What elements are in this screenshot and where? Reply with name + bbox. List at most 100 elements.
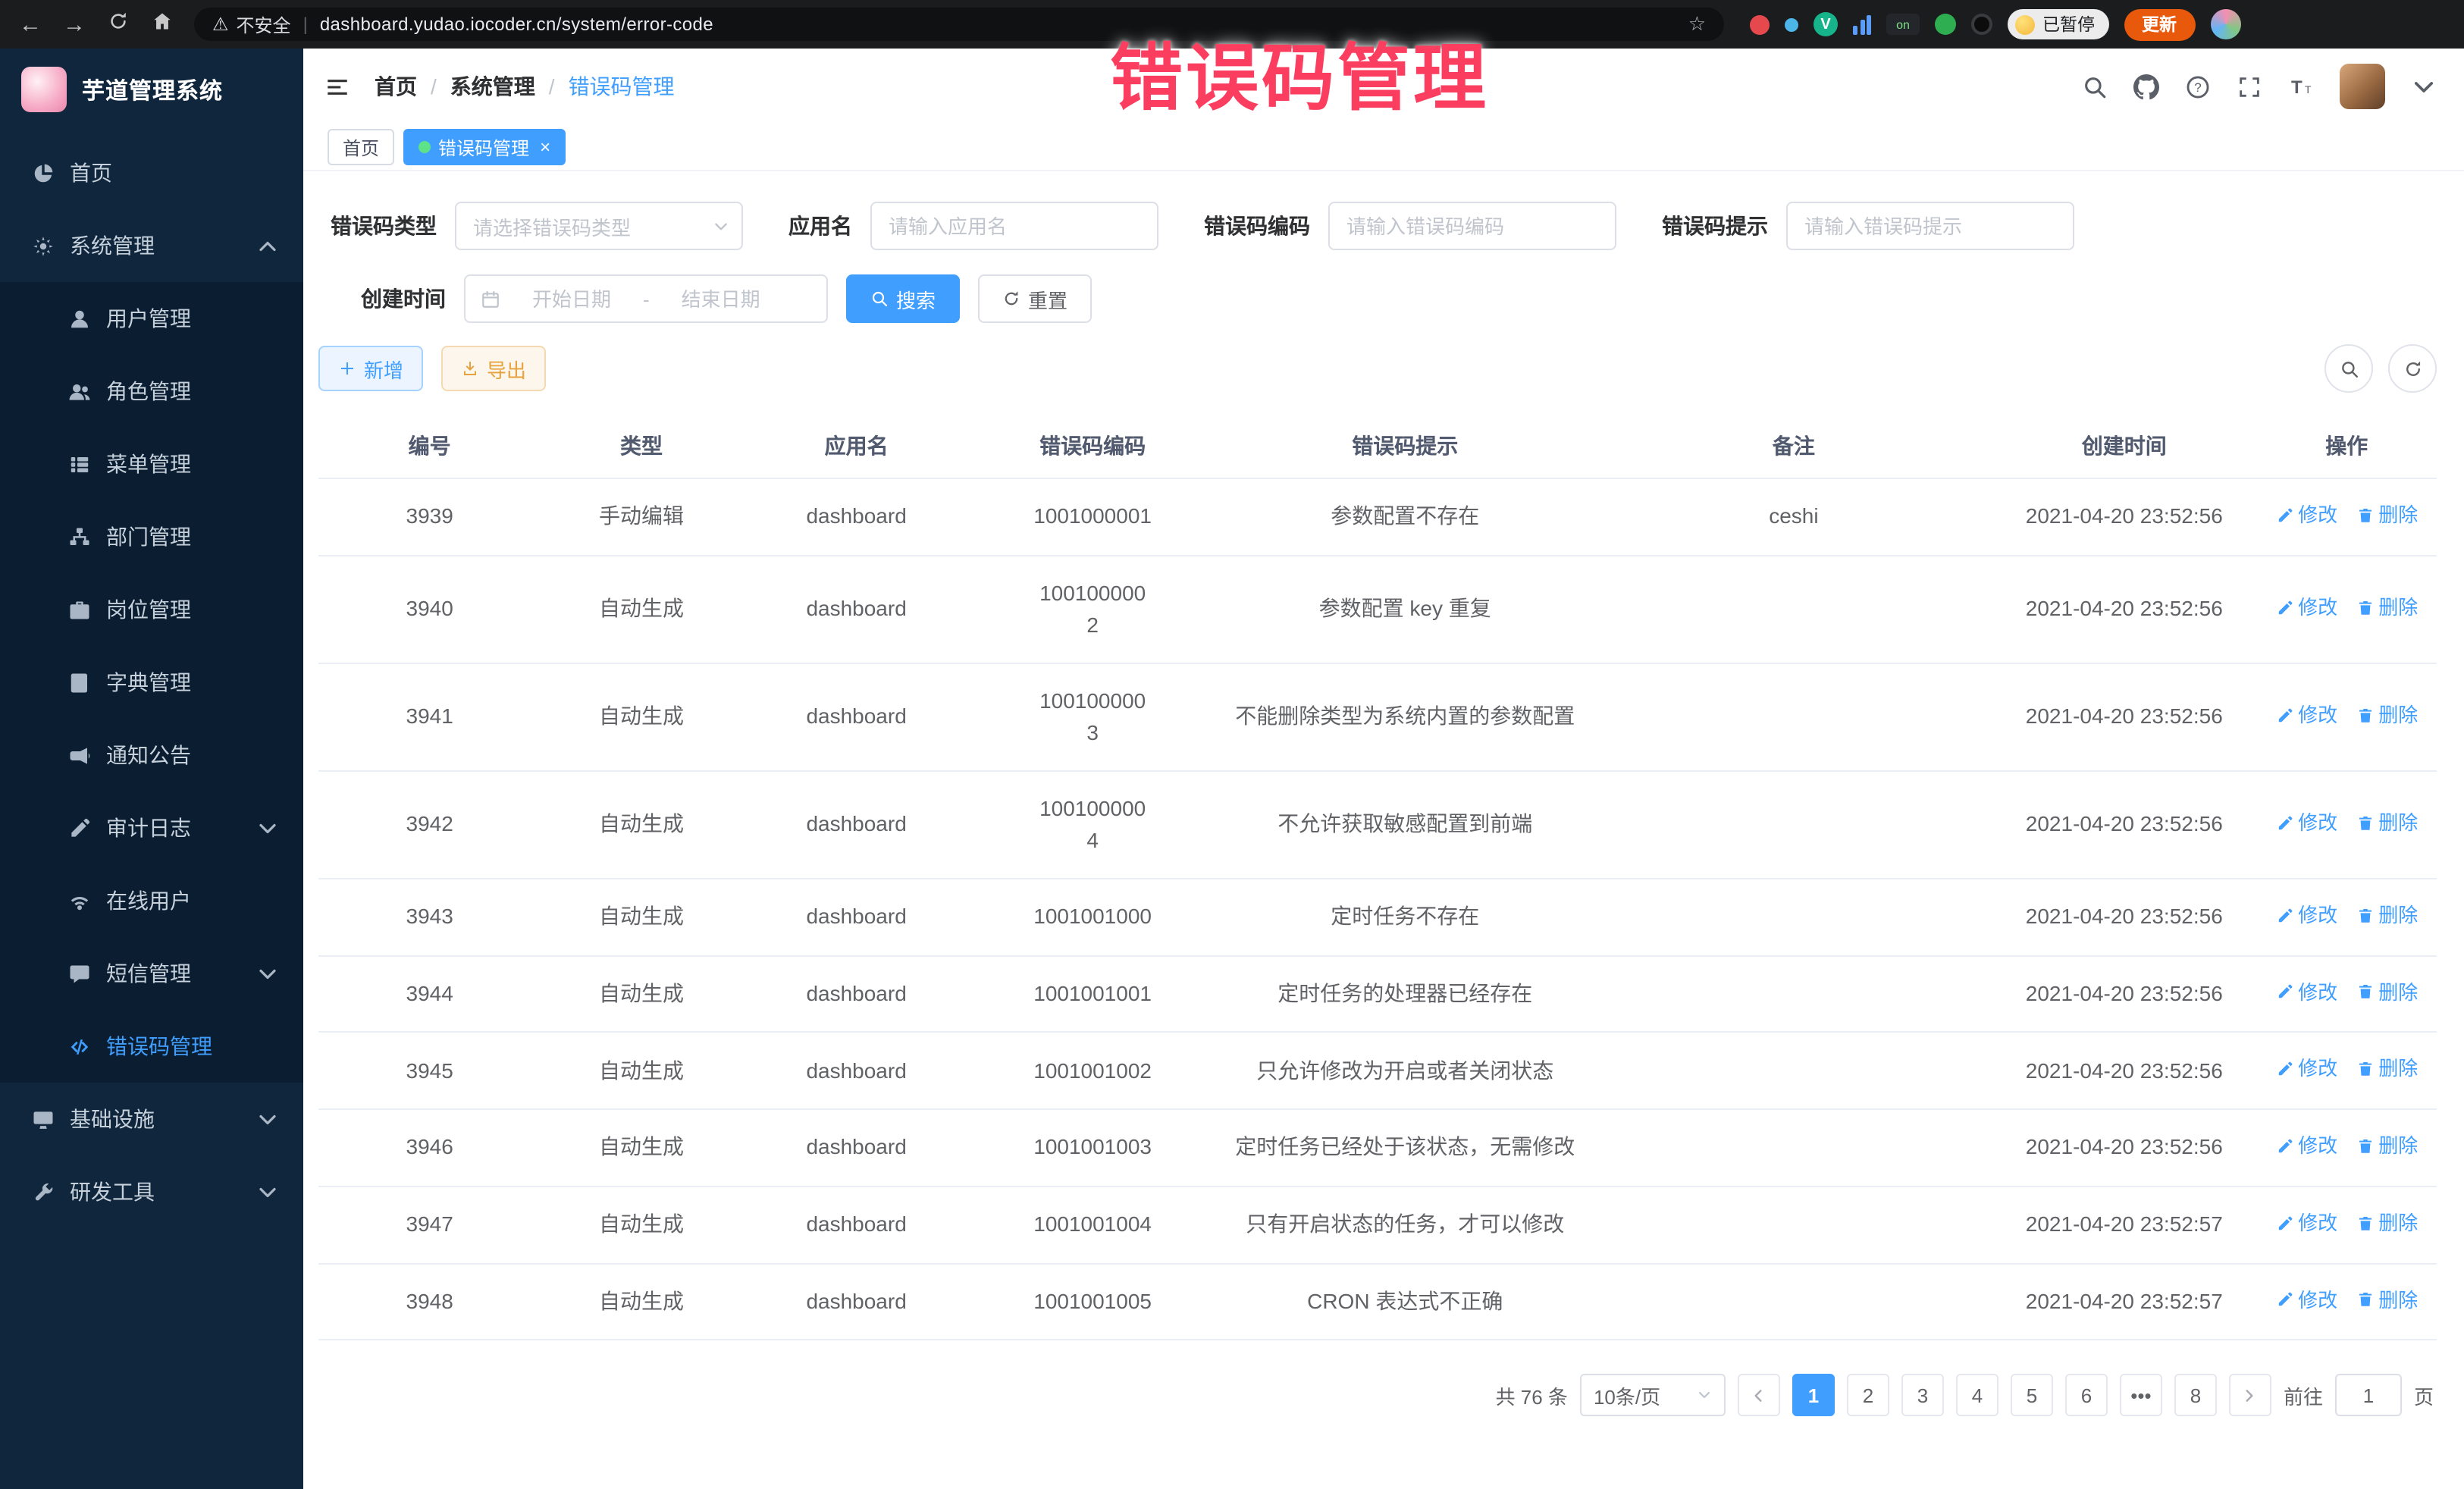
- table-row: 3941自动生成dashboard100100000 3不能删除类型为系统内置的…: [318, 663, 2437, 771]
- sidebar-item-6[interactable]: 岗位管理: [0, 573, 303, 646]
- edit-link[interactable]: 修改: [2275, 1055, 2337, 1084]
- close-icon[interactable]: ×: [540, 136, 550, 158]
- page-button-2[interactable]: 2: [1847, 1375, 1889, 1417]
- sidebar-item-4[interactable]: 菜单管理: [0, 428, 303, 500]
- add-button[interactable]: 新增: [318, 346, 423, 391]
- page-button-5[interactable]: 5: [2011, 1375, 2053, 1417]
- sidebar-item-label: 字典管理: [106, 667, 191, 697]
- forward-icon[interactable]: →: [62, 11, 86, 37]
- sidebar-item-0[interactable]: 首页: [0, 136, 303, 209]
- sidebar-item-14[interactable]: 研发工具: [0, 1155, 303, 1228]
- menu-icon: [67, 453, 91, 475]
- bookmark-star-icon[interactable]: ☆: [1688, 12, 1706, 36]
- sidebar-item-12[interactable]: 错误码管理: [0, 1010, 303, 1083]
- edit-link[interactable]: 修改: [2275, 808, 2337, 838]
- edit-link[interactable]: 修改: [2275, 593, 2337, 622]
- error-type-select[interactable]: 请选择错误码类型: [455, 202, 743, 250]
- help-icon[interactable]: ?: [2185, 74, 2211, 99]
- logo-row[interactable]: 芋道管理系统: [0, 49, 303, 130]
- reset-button[interactable]: 重置: [978, 274, 1092, 323]
- page-button-8[interactable]: 8: [2174, 1375, 2217, 1417]
- breadcrumb-home[interactable]: 首页: [375, 71, 417, 102]
- sidebar-item-1[interactable]: 系统管理: [0, 209, 303, 282]
- on-extension-icon[interactable]: on: [1886, 14, 1920, 35]
- github-icon[interactable]: [2133, 74, 2159, 99]
- sidebar-item-5[interactable]: 部门管理: [0, 500, 303, 573]
- edit-link[interactable]: 修改: [2275, 1131, 2337, 1161]
- delete-link[interactable]: 删除: [2356, 1131, 2418, 1161]
- sidebar-item-10[interactable]: 在线用户: [0, 864, 303, 937]
- prev-page-button[interactable]: [1738, 1375, 1780, 1417]
- error-code-input[interactable]: [1328, 202, 1616, 250]
- page-ellipsis[interactable]: •••: [2120, 1375, 2162, 1417]
- edit-link[interactable]: 修改: [2275, 1208, 2337, 1238]
- reload-icon[interactable]: [106, 11, 130, 38]
- tab-home[interactable]: 首页: [328, 129, 394, 165]
- font-size-icon[interactable]: TT: [2288, 74, 2314, 99]
- browser-profile-avatar[interactable]: [2210, 9, 2240, 39]
- table-row: 3939手动编辑dashboard1001000001参数配置不存在ceshi2…: [318, 478, 2437, 556]
- date-range-picker[interactable]: -: [464, 274, 828, 323]
- dark-extension-icon[interactable]: [1971, 14, 1992, 35]
- security-status[interactable]: ⚠ 不安全: [212, 11, 291, 37]
- page-button-4[interactable]: 4: [1956, 1375, 1998, 1417]
- green-extension-icon[interactable]: [1935, 14, 1956, 35]
- export-button[interactable]: 导出: [441, 346, 546, 391]
- sidebar-item-2[interactable]: 用户管理: [0, 282, 303, 355]
- delete-link[interactable]: 删除: [2356, 901, 2418, 930]
- toggle-search-button[interactable]: [2324, 344, 2373, 393]
- back-icon[interactable]: ←: [18, 11, 42, 37]
- address-bar[interactable]: ⚠ 不安全 | dashboard.yudao.iocoder.cn/syste…: [194, 8, 1724, 41]
- sidebar-item-7[interactable]: 字典管理: [0, 646, 303, 719]
- tab-error-code[interactable]: 错误码管理 ×: [403, 129, 566, 165]
- record-extension-icon[interactable]: [1750, 14, 1770, 34]
- chevron-down-icon[interactable]: [2411, 74, 2437, 99]
- edit-link[interactable]: 修改: [2275, 701, 2337, 730]
- update-button[interactable]: 更新: [2124, 8, 2195, 40]
- start-date-input[interactable]: [509, 286, 634, 312]
- home-icon[interactable]: [150, 11, 174, 38]
- end-date-input[interactable]: [659, 286, 783, 312]
- sidebar-item-8[interactable]: 通知公告: [0, 719, 303, 792]
- search-button[interactable]: 搜索: [846, 274, 960, 323]
- paused-badge[interactable]: 已暂停: [2008, 9, 2108, 39]
- delete-link[interactable]: 删除: [2356, 808, 2418, 838]
- sidebar-item-13[interactable]: 基础设施: [0, 1083, 303, 1155]
- page-button-3[interactable]: 3: [1901, 1375, 1944, 1417]
- delete-link[interactable]: 删除: [2356, 1055, 2418, 1084]
- page-button-1[interactable]: 1: [1792, 1375, 1835, 1417]
- goto-page-input[interactable]: [2335, 1375, 2402, 1417]
- breadcrumb-system[interactable]: 系统管理: [450, 71, 535, 102]
- fullscreen-icon[interactable]: [2237, 74, 2262, 99]
- trash-icon: [2356, 598, 2374, 616]
- delete-link[interactable]: 删除: [2356, 1285, 2418, 1315]
- trash-icon: [2356, 813, 2374, 832]
- delete-link[interactable]: 删除: [2356, 977, 2418, 1007]
- sidebar-item-9[interactable]: 审计日志: [0, 792, 303, 864]
- delete-link[interactable]: 删除: [2356, 701, 2418, 730]
- page-size-select[interactable]: 10条/页: [1580, 1375, 1726, 1417]
- edit-link[interactable]: 修改: [2275, 1285, 2337, 1315]
- v-extension-icon[interactable]: V: [1814, 12, 1838, 36]
- next-page-button[interactable]: [2229, 1375, 2271, 1417]
- error-hint-input[interactable]: [1786, 202, 2074, 250]
- delete-link[interactable]: 删除: [2356, 500, 2418, 530]
- delete-link[interactable]: 删除: [2356, 593, 2418, 622]
- edit-link[interactable]: 修改: [2275, 500, 2337, 530]
- page-button-6[interactable]: 6: [2065, 1375, 2108, 1417]
- edit-link[interactable]: 修改: [2275, 901, 2337, 930]
- stats-extension-icon[interactable]: [1853, 14, 1871, 34]
- edit-link[interactable]: 修改: [2275, 977, 2337, 1007]
- user-avatar[interactable]: [2340, 64, 2385, 109]
- delete-link[interactable]: 删除: [2356, 1208, 2418, 1238]
- search-icon[interactable]: [2082, 74, 2108, 99]
- drop-extension-icon[interactable]: [1785, 17, 1798, 31]
- sidebar-item-11[interactable]: 短信管理: [0, 937, 303, 1010]
- sidebar-item-3[interactable]: 角色管理: [0, 355, 303, 428]
- refresh-table-button[interactable]: [2388, 344, 2437, 393]
- search-button-label: 搜索: [896, 284, 936, 313]
- app-name-input[interactable]: [870, 202, 1158, 250]
- svg-text:?: ?: [2194, 80, 2201, 94]
- hamburger-icon[interactable]: [324, 74, 350, 99]
- sidebar-item-label: 用户管理: [106, 303, 191, 334]
